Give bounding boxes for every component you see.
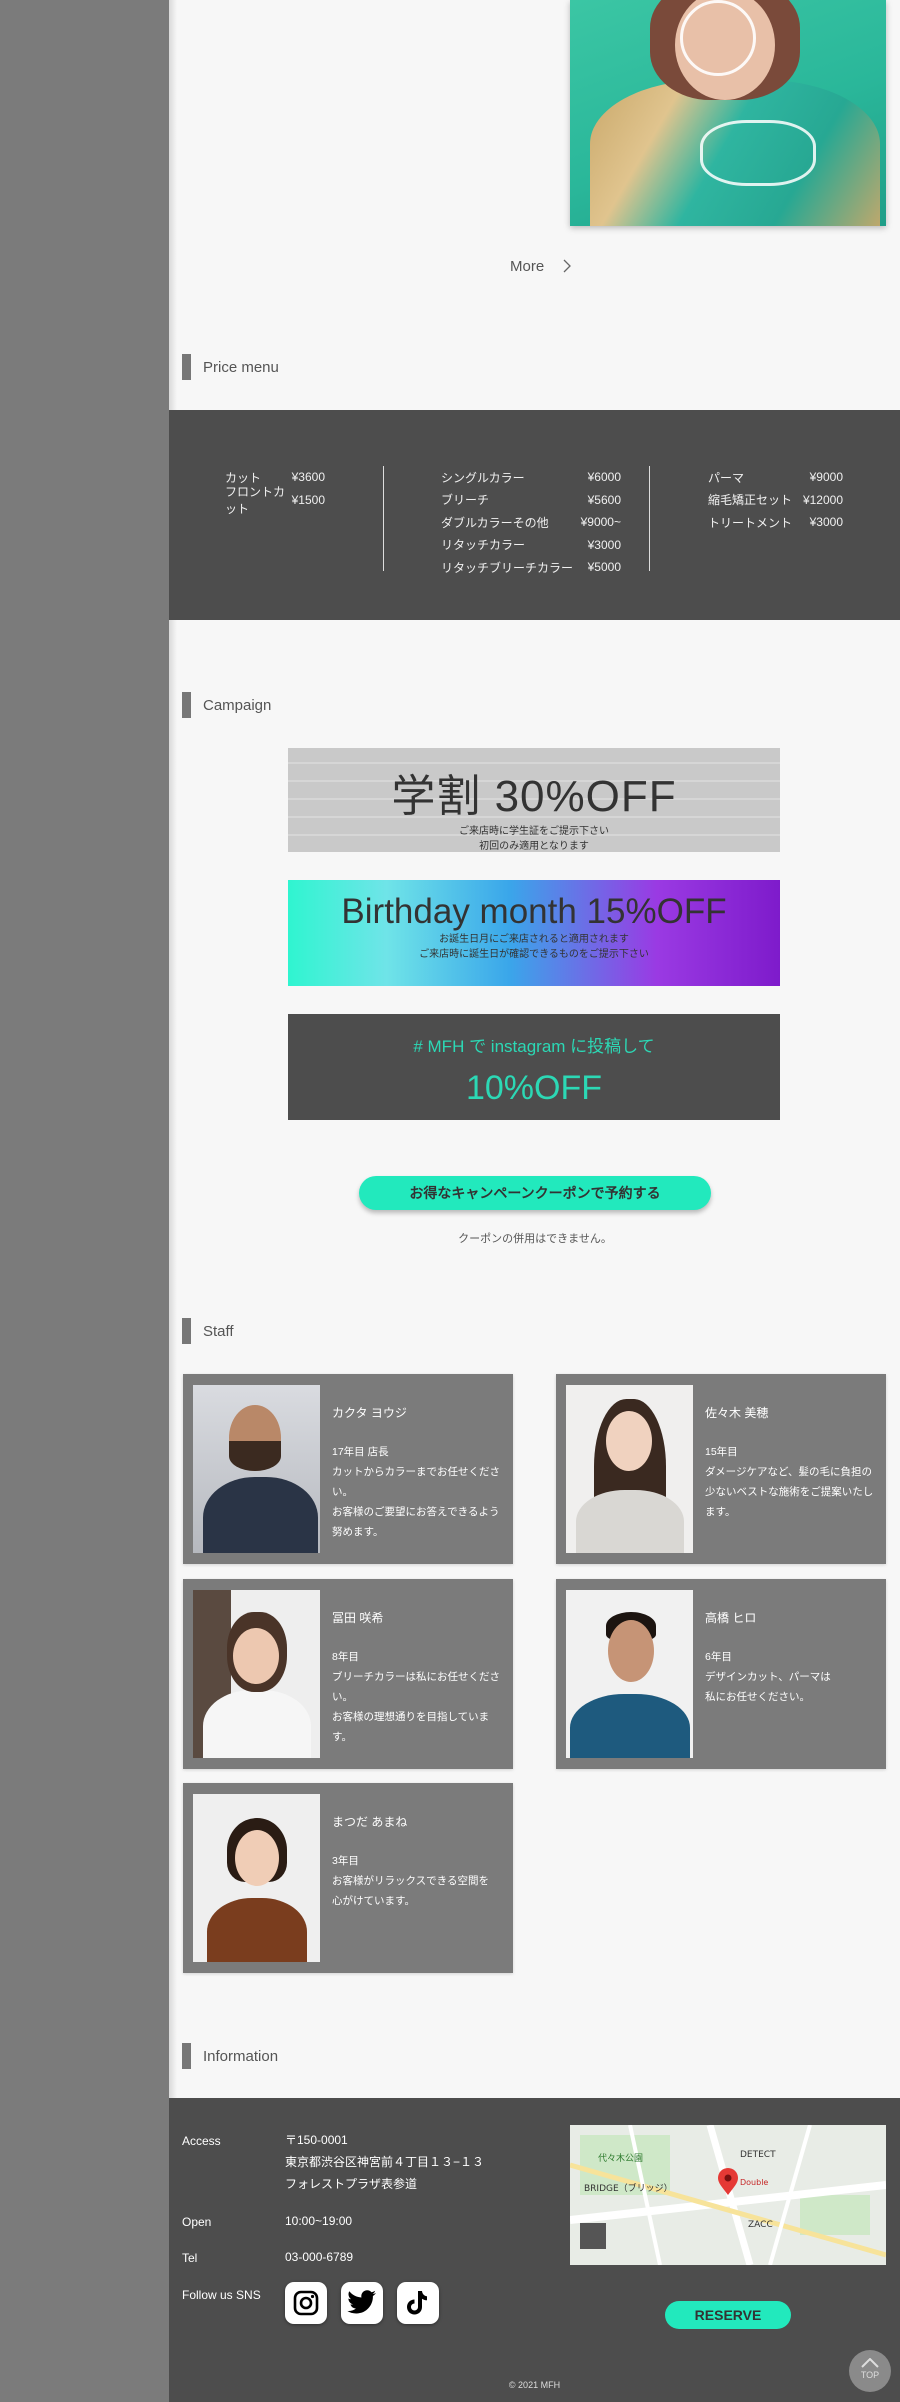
price-row: ダブルカラーその他 ¥9000~: [441, 515, 621, 530]
campaign-instagram-headline: 10%OFF: [465, 1069, 603, 1107]
staff-desc: 15年目 ダメージケアなど、髪の毛に負担の少ないベストな施術をご提案いたします。: [705, 1446, 874, 1518]
price-column-perm: パーマ ¥9000 縮毛矯正セット ¥12000 トリートメント ¥3000: [708, 466, 843, 534]
access-label: Access: [182, 2134, 221, 2148]
tel-label: Tel: [182, 2251, 198, 2265]
price-row: シングルカラー ¥6000: [441, 470, 621, 485]
staff-desc: 8年目 ブリーチカラーは私にお任せください。 お客様の理想通りを目指しています。: [332, 1651, 500, 1743]
staff-card[interactable]: 高橋 ヒロ 6年目 デザインカット、パーマは 私にお任せください。: [556, 1579, 886, 1769]
staff-photo: [566, 1590, 693, 1758]
section-title-staff: Staff: [182, 1318, 234, 1344]
price-row: フロントカット ¥1500: [225, 484, 325, 516]
price-row: 縮毛矯正セット ¥12000: [708, 492, 843, 508]
chevron-right-icon[interactable]: [562, 259, 572, 273]
postal-code: 〒150-0001: [285, 2133, 348, 2147]
staff-name: カクタ ヨウジ: [332, 1406, 407, 1420]
address-line-2: フォレストプラザ表参道: [285, 2177, 418, 2191]
staff-title: Staff: [203, 1322, 234, 1340]
price-menu-panel: カット ¥3600 フロントカット ¥1500 シングルカラー ¥6000 ブリーチ ¥…: [169, 410, 900, 620]
staff-photo: [193, 1794, 320, 1962]
back-to-top-button[interactable]: TOP: [849, 2350, 891, 2392]
price-title: Price menu: [203, 358, 279, 376]
address-line-1: 東京都渋谷区神宮前４丁目１３−１３: [285, 2155, 485, 2169]
staff-desc: 3年目 お客様がリラックスできる空間を 心がけています。: [332, 1855, 489, 1907]
open-value: 10:00~19:00: [285, 2214, 353, 2228]
campaign-title: Campaign: [203, 696, 272, 714]
price-column-cut: カット ¥3600 フロントカット ¥1500: [225, 466, 325, 516]
campaign-birthday-headline: Birthday month 15%OFF: [341, 892, 727, 931]
instagram-icon[interactable]: [285, 2282, 327, 2324]
staff-name: 高橋 ヒロ: [705, 1611, 757, 1625]
section-title-information: Information: [182, 2043, 278, 2069]
price-divider: [383, 466, 384, 571]
swirl-decoration-2: [700, 120, 816, 186]
map-label-zacc: ZACC: [748, 2220, 773, 2230]
campaign-student-headline: 学割 30%OFF: [391, 772, 677, 821]
staff-card[interactable]: 冨田 咲希 8年目 ブリーチカラーは私にお任せください。 お客様の理想通りを目指…: [183, 1579, 513, 1769]
back-to-top-label: TOP: [860, 2370, 880, 2380]
map-label-double: Double: [740, 2178, 768, 2187]
left-sidebar: [0, 0, 169, 2402]
staff-name: 佐々木 美穂: [705, 1406, 769, 1420]
staff-photo: [193, 1385, 320, 1553]
map-graphic: 代々木公園 DETECT BRIDGE（ブリッジ） ZACC Double: [570, 2125, 886, 2265]
staff-photo: [566, 1385, 693, 1553]
staff-desc: 6年目 デザインカット、パーマは 私にお任せください。: [705, 1651, 831, 1703]
campaign-instagram-banner: # MFH で instagram に投稿して 10%OFF: [288, 1014, 780, 1120]
staff-card[interactable]: カクタ ヨウジ 17年目 店長 カットからカラーまでお任せください。 お客様のご…: [183, 1374, 513, 1564]
access-map[interactable]: 代々木公園 DETECT BRIDGE（ブリッジ） ZACC Double: [570, 2125, 886, 2265]
reserve-button[interactable]: RESERVE: [665, 2301, 791, 2329]
section-title-campaign: Campaign: [182, 692, 271, 718]
price-row: リタッチブリーチカラー ¥5000: [441, 560, 621, 575]
price-row: トリートメント ¥3000: [708, 515, 843, 530]
campaign-instagram-text: # MFH で instagram に投稿して: [413, 1037, 655, 1056]
swirl-decoration: [680, 0, 756, 76]
campaign-student-note-2: 初回のみ適用となります: [479, 841, 589, 852]
staff-card[interactable]: 佐々木 美穂 15年目 ダメージケアなど、髪の毛に負担の少ないベストな施術をご提…: [556, 1374, 886, 1564]
staff-photo: [193, 1590, 320, 1758]
copyright: © 2021 MFH: [508, 2380, 561, 2390]
access-value: 〒150-0001 東京都渋谷区神宮前４丁目１３−１３ フォレストプラザ表参道: [285, 2129, 484, 2195]
campaign-birthday-note-2: ご来店時に誕生日が確認できるものをご提示下さい: [419, 949, 649, 960]
map-label-bridge: BRIDGE（ブリッジ）: [584, 2182, 673, 2194]
twitter-icon[interactable]: [341, 2282, 383, 2324]
price-column-color: シングルカラー ¥6000 ブリーチ ¥5600 ダブルカラーその他 ¥9000~ リ…: [441, 466, 621, 579]
price-divider: [649, 466, 650, 571]
gallery-photo-kimono[interactable]: [570, 0, 886, 226]
staff-card[interactable]: まつだ あまね 3年目 お客様がリラックスできる空間を 心がけています。: [183, 1783, 513, 1973]
campaign-birthday-note-1: お誕生日月にご来店されると適用されます: [439, 934, 629, 945]
tel-value[interactable]: 03-000-6789: [285, 2246, 353, 2268]
sns-label: Follow us SNS: [182, 2288, 261, 2302]
price-row: リタッチカラー ¥3000: [441, 537, 621, 553]
staff-name: まつだ あまね: [332, 1815, 408, 1829]
information-title: Information: [203, 2047, 279, 2065]
section-title-price: Price menu: [182, 354, 279, 380]
tiktok-icon[interactable]: [397, 2282, 439, 2324]
more-link[interactable]: More: [510, 258, 544, 275]
campaign-birthday-banner: Birthday month 15%OFF お誕生日月にご来店されると適用されま…: [288, 880, 780, 986]
map-label-detect: DETECT: [740, 2150, 776, 2160]
campaign-student-banner: 学割 30%OFF ご来店時に学生証をご提示下さい 初回のみ適用となります: [288, 748, 780, 852]
campaign-student-note-1: ご来店時に学生証をご提示下さい: [459, 826, 609, 837]
open-label: Open: [182, 2215, 212, 2229]
coupon-reserve-button[interactable]: お得なキャンペーンクーポンで予約する: [359, 1176, 711, 1210]
staff-name: 冨田 咲希: [332, 1611, 384, 1625]
sidebar-shadow: [169, 0, 177, 2402]
information-panel: Access 〒150-0001 東京都渋谷区神宮前４丁目１３−１３ フォレスト…: [169, 2098, 900, 2402]
staff-desc: 17年目 店長 カットからカラーまでお任せください。 お客様のご要望にお答えでき…: [332, 1446, 500, 1538]
price-row: パーマ ¥9000: [708, 470, 843, 485]
chevron-up-icon: [861, 2357, 879, 2368]
price-row: ブリーチ ¥5600: [441, 492, 621, 508]
coupon-note: クーポンの併用はできません。: [458, 1233, 612, 1245]
map-label-park: 代々木公園: [598, 2152, 643, 2164]
